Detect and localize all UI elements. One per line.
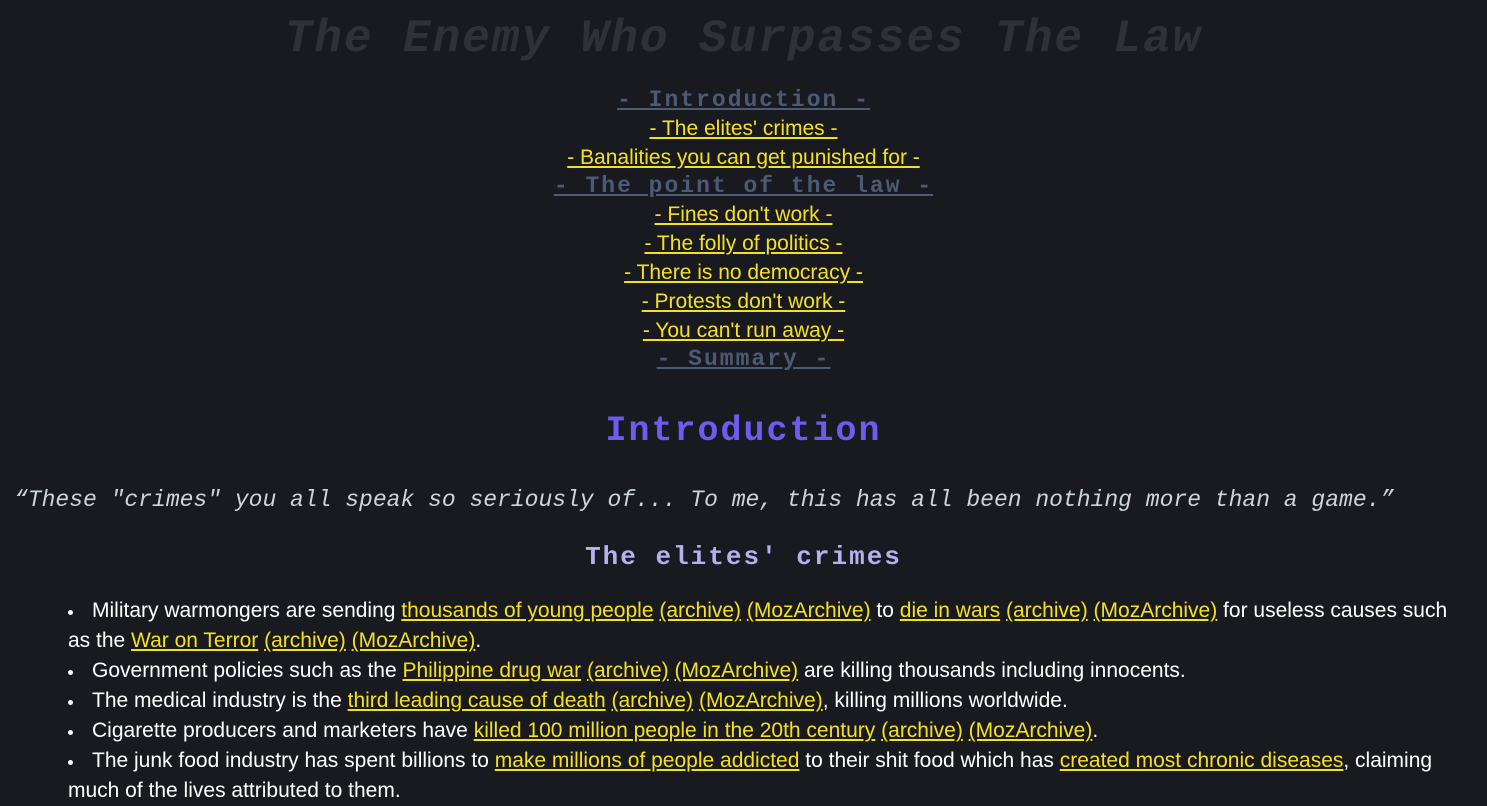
inline-link[interactable]: die in wars	[900, 599, 1000, 622]
inline-link[interactable]: thousands of young people	[401, 599, 653, 622]
introduction-quote: “These "crimes" you all speak so serious…	[14, 486, 1395, 513]
inline-link[interactable]: (archive)	[659, 599, 741, 622]
toc-link[interactable]: - Fines don't work -	[655, 203, 833, 226]
inline-link[interactable]: (MozArchive)	[1094, 599, 1218, 622]
inline-link[interactable]: (archive)	[264, 629, 346, 652]
body-text: , killing millions worldwide.	[822, 689, 1068, 713]
body-text: The junk food industry has spent billion…	[92, 749, 495, 773]
body-text: The medical industry is the	[92, 689, 348, 713]
inline-link[interactable]: make millions of people addicted	[495, 749, 800, 772]
list-item: Cigarette producers and marketers have k…	[68, 716, 1469, 746]
inline-link[interactable]: (archive)	[611, 689, 693, 712]
toc-link[interactable]: - Summary -	[657, 346, 831, 372]
toc-link[interactable]: - The point of the law -	[554, 173, 933, 199]
toc-link[interactable]: - The folly of politics -	[644, 232, 842, 255]
inline-link[interactable]: created most chronic diseases	[1060, 749, 1344, 772]
inline-link[interactable]: Philippine drug war	[403, 659, 582, 682]
elites-crimes-list: Military warmongers are sending thousand…	[0, 572, 1487, 806]
elites-crimes-subheading: The elites' crimes	[585, 542, 902, 573]
table-of-contents: - Introduction - - The elites' crimes - - …	[0, 87, 1487, 374]
toc-item: - The folly of politics -	[0, 230, 1487, 259]
toc-item: - You can't run away -	[0, 317, 1487, 346]
inline-link[interactable]: War on Terror	[131, 629, 258, 652]
toc-link[interactable]: - Protests don't work -	[642, 290, 846, 313]
page-title: The Enemy Who Surpasses The Law	[284, 13, 1203, 65]
body-text: Cigarette producers and marketers have	[92, 719, 474, 743]
toc-link[interactable]: - Introduction -	[617, 87, 870, 113]
inline-link[interactable]: (archive)	[587, 659, 669, 682]
body-text: to their shit food which has	[799, 749, 1060, 773]
inline-link[interactable]: (MozArchive)	[969, 719, 1093, 742]
inline-link[interactable]: third leading cause of death	[348, 689, 606, 712]
introduction-heading: Introduction	[605, 410, 882, 451]
inline-link[interactable]: (MozArchive)	[747, 599, 871, 622]
toc-item: - Summary -	[0, 346, 1487, 374]
body-text: .	[475, 629, 482, 653]
toc-link[interactable]: - You can't run away -	[643, 319, 844, 342]
list-item: Government policies such as the Philippi…	[68, 656, 1469, 686]
list-item: The medical industry is the third leadin…	[68, 686, 1469, 716]
body-text: .	[1092, 719, 1099, 743]
body-text: are killing thousands including innocent…	[798, 659, 1186, 683]
list-item: The junk food industry has spent billion…	[68, 746, 1469, 806]
toc-link[interactable]: - Banalities you can get punished for -	[567, 146, 920, 169]
list-item: Military warmongers are sending thousand…	[68, 596, 1469, 656]
inline-link[interactable]: (MozArchive)	[674, 659, 798, 682]
body-text: to	[870, 599, 900, 623]
toc-link[interactable]: - The elites' crimes -	[650, 117, 838, 140]
toc-link[interactable]: - There is no democracy -	[624, 261, 863, 284]
body-text: Government policies such as the	[92, 659, 403, 683]
inline-link[interactable]: (archive)	[1006, 599, 1088, 622]
toc-item: - Banalities you can get punished for -	[0, 144, 1487, 173]
toc-item: - Protests don't work -	[0, 288, 1487, 317]
page-root: The Enemy Who Surpasses The Law - Introd…	[0, 0, 1487, 802]
toc-item: - Introduction -	[0, 87, 1487, 115]
toc-item: - The elites' crimes -	[0, 115, 1487, 144]
toc-item: - There is no democracy -	[0, 259, 1487, 288]
toc-item: - The point of the law -	[0, 173, 1487, 201]
toc-item: - Fines don't work -	[0, 201, 1487, 230]
inline-link[interactable]: (MozArchive)	[699, 689, 823, 712]
inline-link[interactable]: (archive)	[881, 719, 963, 742]
inline-link[interactable]: (MozArchive)	[352, 629, 476, 652]
inline-link[interactable]: killed 100 million people in the 20th ce…	[474, 719, 876, 742]
body-text: Military warmongers are sending	[92, 599, 402, 623]
